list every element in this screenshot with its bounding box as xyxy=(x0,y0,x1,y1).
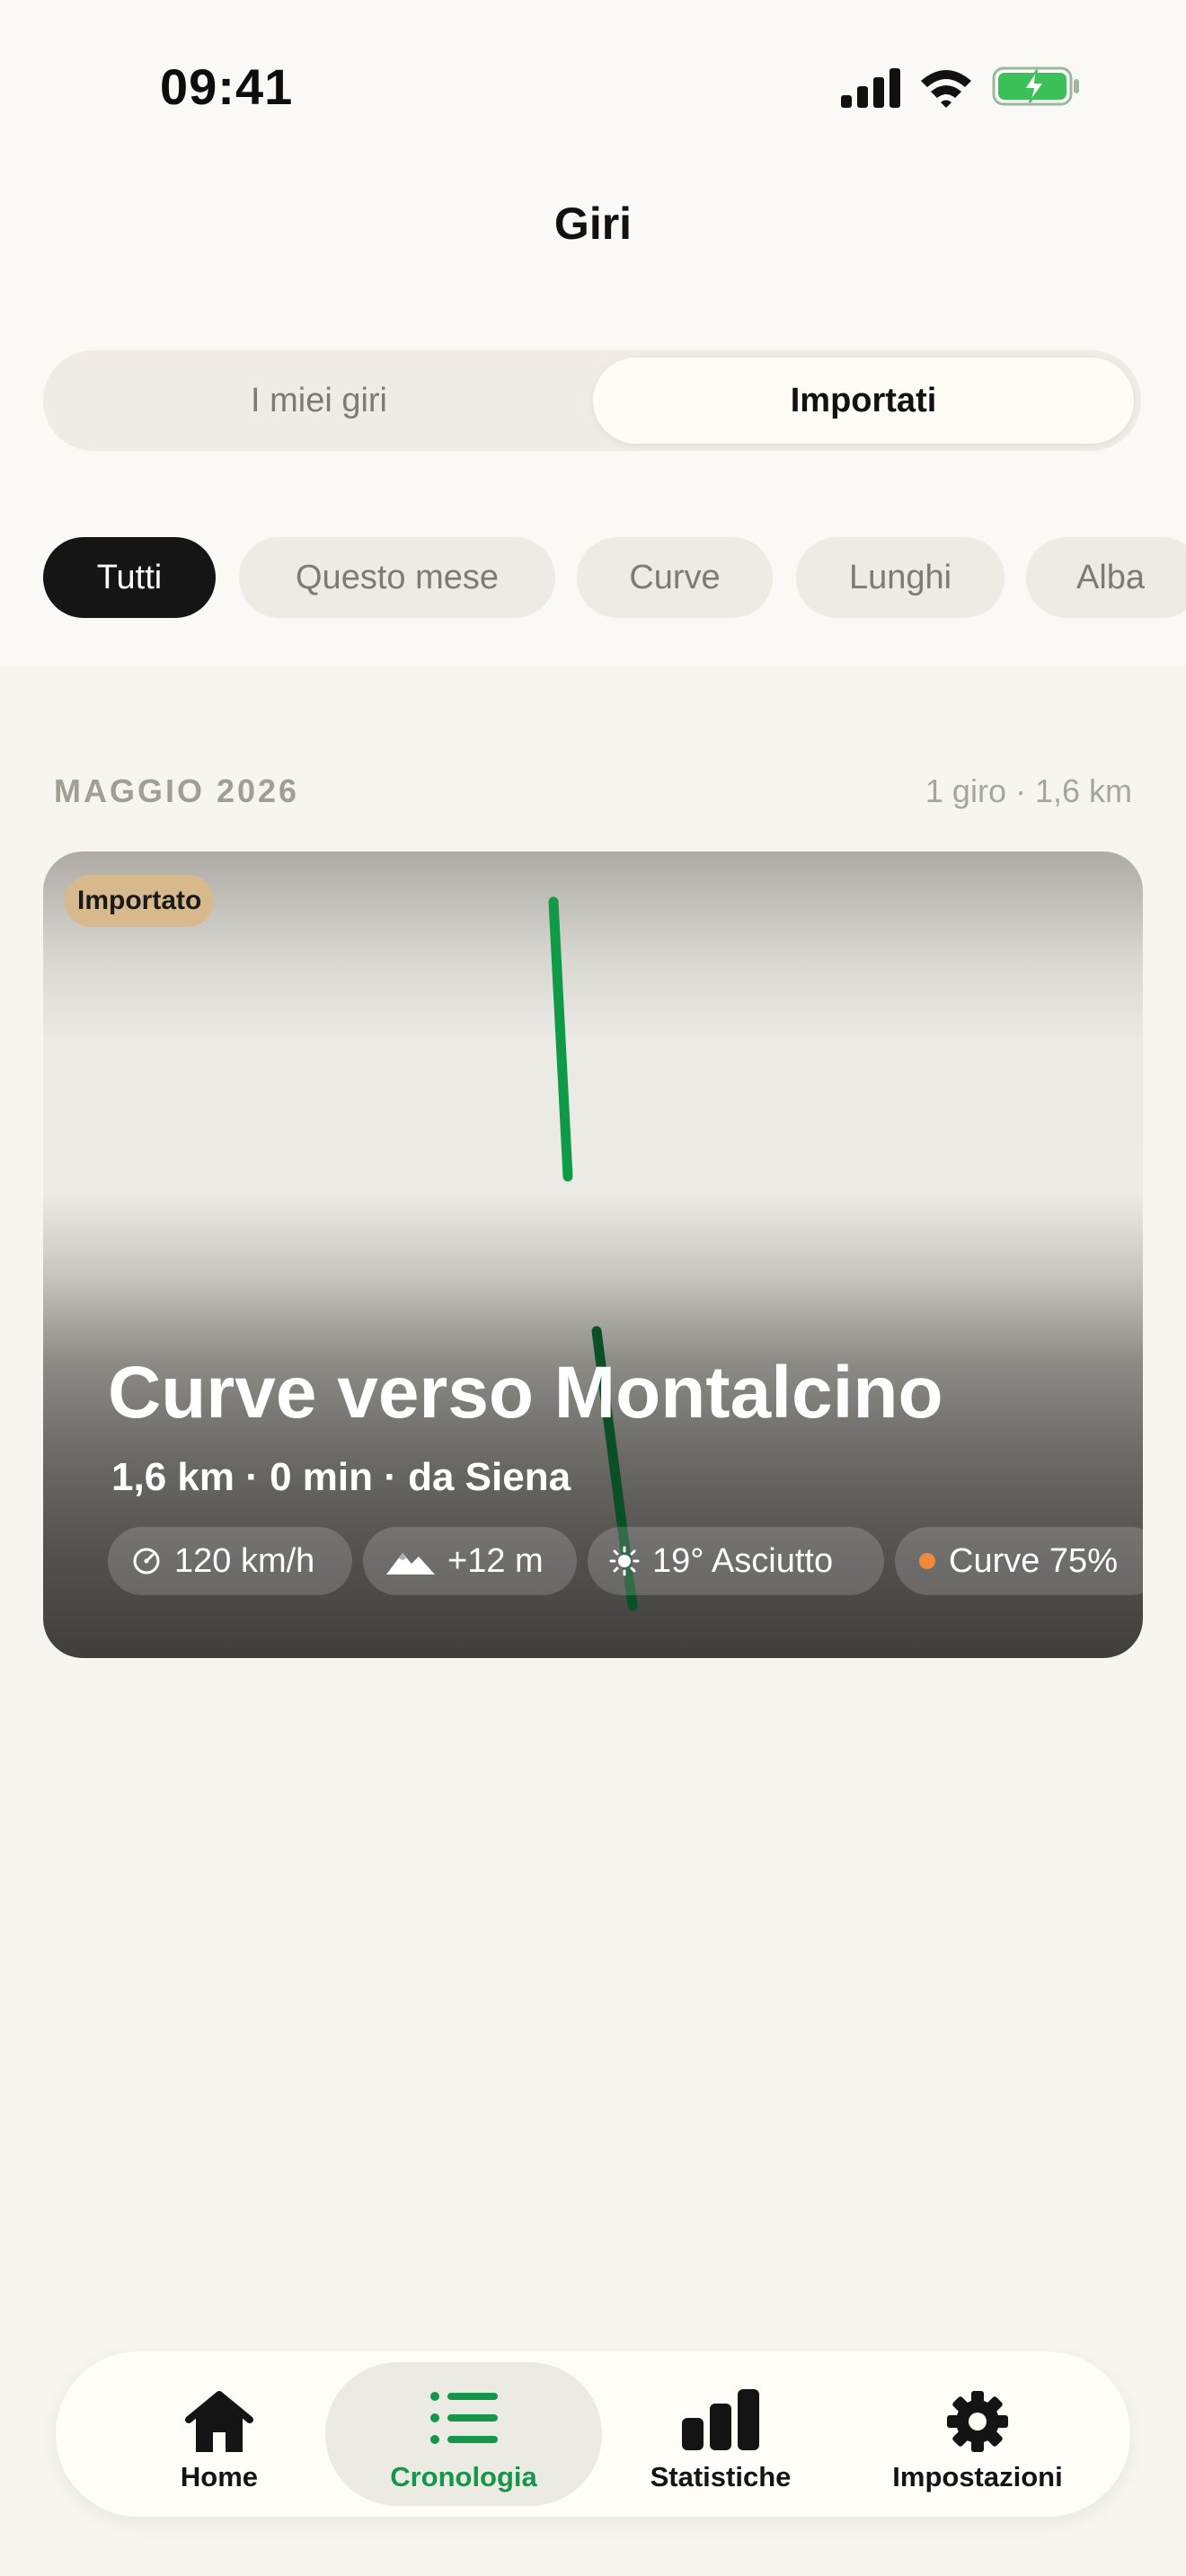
battery-charging-icon xyxy=(992,66,1079,106)
segment-my-rides[interactable]: I miei giri xyxy=(50,357,588,444)
ride-title: Curve verso Montalcino xyxy=(108,1352,943,1434)
tab-stats-label: Statistiche xyxy=(650,2461,792,2492)
speedometer-icon xyxy=(133,1548,160,1575)
home-icon xyxy=(185,2391,253,2452)
cellular-signal-icon xyxy=(841,68,900,108)
section-meta: 1 giro · 1,6 km xyxy=(925,772,1132,809)
stat-pill-elevation: +12 m xyxy=(363,1527,577,1595)
page-title: Giri xyxy=(553,198,633,249)
wifi-icon xyxy=(921,70,971,108)
tab-stats[interactable]: Statistiche xyxy=(582,2362,859,2506)
filter-chip-all[interactable]: Tutti xyxy=(43,537,216,618)
bar-chart-icon xyxy=(682,2389,759,2450)
filter-chips: Tutti Questo mese Curve Lunghi Alba xyxy=(0,537,1186,620)
stat-weather-label: 19° Asciutto xyxy=(652,1541,834,1580)
stat-curves-label: Curve 75% xyxy=(949,1541,1118,1580)
tab-settings-label: Impostazioni xyxy=(892,2461,1063,2492)
filter-chip-long[interactable]: Lunghi xyxy=(796,537,1005,618)
stat-speed-label: 120 km/h xyxy=(174,1541,315,1580)
stat-elevation-label: +12 m xyxy=(447,1541,544,1580)
stat-pill-weather: 19° Asciutto xyxy=(588,1527,884,1595)
section-title: MAGGIO 2026 xyxy=(54,772,300,809)
filter-chip-dawn[interactable]: Alba xyxy=(1026,537,1186,618)
tab-history-label: Cronologia xyxy=(390,2461,537,2492)
stat-pill-curves: Curve 75% xyxy=(895,1527,1143,1595)
stat-pill-speed: 120 km/h xyxy=(108,1527,352,1595)
status-time: 09:41 xyxy=(160,58,294,115)
gear-icon xyxy=(947,2391,1008,2452)
ride-card[interactable]: Importato Curve verso Montalcino 1,6 km … xyxy=(43,851,1143,1658)
tab-home-label: Home xyxy=(180,2461,259,2492)
section-header: MAGGIO 2026 1 giro · 1,6 km xyxy=(54,772,1132,817)
ride-subtitle: 1,6 km · 0 min · da Siena xyxy=(111,1455,571,1499)
list-icon xyxy=(430,2392,498,2444)
tab-settings[interactable]: Impostazioni xyxy=(839,2362,1116,2506)
status-bar: 09:41 xyxy=(0,0,1186,171)
segmented-control: I miei giri Importati xyxy=(43,350,1141,451)
route-line-upper xyxy=(548,896,573,1182)
orange-dot-icon xyxy=(919,1553,935,1569)
mountain-icon xyxy=(386,1553,435,1575)
segment-imported[interactable]: Importati xyxy=(593,357,1134,444)
tab-home[interactable]: Home xyxy=(81,2362,358,2506)
ride-stats: 120 km/h +12 m 19° Asciutto Curve 75% xyxy=(108,1527,1143,1595)
filter-chip-this-month[interactable]: Questo mese xyxy=(239,537,555,618)
tab-history[interactable]: Cronologia xyxy=(325,2362,602,2506)
sun-icon xyxy=(609,1546,640,1576)
tab-bar: Home Cronologia Statistiche Impostazioni xyxy=(56,2351,1130,2517)
filter-chip-curves[interactable]: Curve xyxy=(577,537,773,618)
imported-badge: Importato xyxy=(65,875,215,927)
